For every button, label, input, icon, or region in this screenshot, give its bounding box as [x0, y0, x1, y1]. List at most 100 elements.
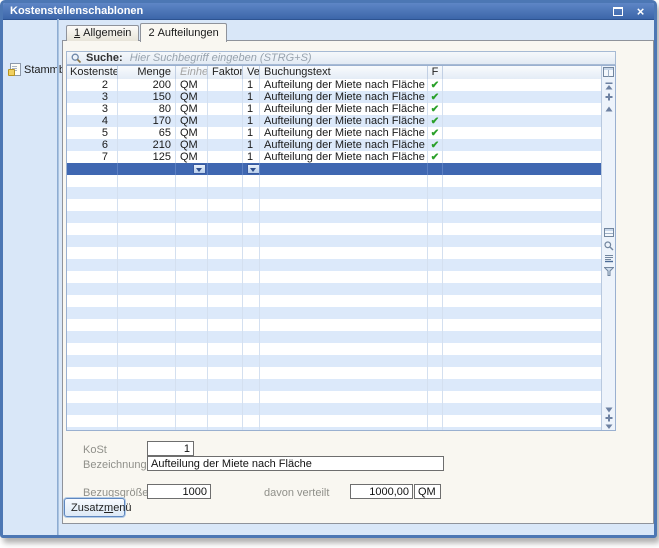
cell-f	[428, 295, 443, 307]
check-icon: ✔	[431, 128, 439, 139]
table-row[interactable]: 4170QM1Aufteilung der Miete nach Fläche✔	[67, 115, 602, 127]
cell-kostenstelle	[67, 163, 118, 175]
column-header-buchungstext[interactable]: Buchungstext	[260, 66, 428, 79]
zusatzmenu-button[interactable]: Zusatzmenü	[64, 498, 125, 517]
chevron-down-icon	[196, 168, 202, 172]
magnifier-icon[interactable]	[603, 241, 614, 254]
cell-einheit	[176, 415, 208, 427]
cell-kostenstelle	[67, 331, 118, 343]
davon-verteilt-unit-input[interactable]	[414, 484, 441, 499]
cell-f	[428, 367, 443, 379]
empty-row	[67, 319, 602, 331]
column-header-faktor[interactable]: Faktor	[208, 66, 243, 79]
cell-faktor	[208, 259, 243, 271]
column-header-kostenstelle[interactable]: Kostenstelle	[67, 66, 118, 79]
cell-f	[428, 391, 443, 403]
cell-kostenstelle	[67, 283, 118, 295]
cell-buchungstext	[260, 391, 428, 403]
column-header-f[interactable]: F	[428, 66, 443, 79]
column-chooser-icon[interactable]	[603, 67, 614, 80]
bezugsgroesse-input[interactable]	[147, 484, 211, 499]
vera-dropdown-button[interactable]	[247, 164, 260, 174]
scroll-up-icon[interactable]	[603, 103, 614, 115]
cell-filler	[443, 295, 602, 307]
cell-filler	[443, 415, 602, 427]
cell-filler	[443, 403, 602, 415]
cell-filler	[443, 331, 602, 343]
cell-menge	[118, 367, 176, 379]
cell-einheit: QM	[176, 139, 208, 151]
table-row[interactable]: 565QM1Aufteilung der Miete nach Fläche✔	[67, 127, 602, 139]
cell-buchungstext: Aufteilung der Miete nach Fläche	[260, 151, 428, 163]
cell-einheit	[176, 235, 208, 247]
cell-faktor	[208, 211, 243, 223]
cell-f	[428, 319, 443, 331]
cell-buchungstext: Aufteilung der Miete nach Fläche	[260, 79, 428, 91]
cell-menge	[118, 211, 176, 223]
cell-einheit	[176, 211, 208, 223]
check-icon: ✔	[431, 152, 439, 163]
empty-row	[67, 247, 602, 259]
close-button[interactable]: ×	[633, 5, 648, 18]
table-row[interactable]: 380QM1Aufteilung der Miete nach Fläche✔	[67, 103, 602, 115]
cell-kostenstelle	[67, 379, 118, 391]
kost-label: KoSt	[83, 444, 107, 456]
kost-input[interactable]	[147, 441, 194, 456]
cell-f: ✔	[428, 115, 443, 127]
layout-icon[interactable]	[603, 228, 614, 240]
cell-f: ✔	[428, 139, 443, 151]
cell-menge	[118, 319, 176, 331]
selected-row[interactable]	[67, 163, 602, 175]
restore-button[interactable]	[610, 5, 625, 18]
tab-aufteilungen[interactable]: 2Aufteilungen	[140, 23, 226, 42]
column-header-einheit[interactable]: Einheit	[176, 66, 208, 79]
cell-f	[428, 187, 443, 199]
table-row[interactable]: 7125QM1Aufteilung der Miete nach Fläche✔	[67, 151, 602, 163]
cell-filler	[443, 235, 602, 247]
tab-allgemein[interactable]: 1Allgemein	[66, 25, 139, 41]
cell-einheit	[176, 355, 208, 367]
search-label: Suche:	[86, 52, 123, 64]
cell-kostenstelle: 3	[67, 103, 118, 115]
empty-row	[67, 391, 602, 403]
cell-menge: 170	[118, 115, 176, 127]
cell-faktor	[208, 151, 243, 163]
table-row[interactable]: 2200QM1Aufteilung der Miete nach Fläche✔	[67, 79, 602, 91]
cell-buchungstext	[260, 175, 428, 187]
details-icon[interactable]	[603, 254, 614, 266]
cell-buchungstext	[260, 283, 428, 295]
cell-faktor	[208, 91, 243, 103]
cell-einheit: QM	[176, 151, 208, 163]
cell-kostenstelle: 2	[67, 79, 118, 91]
cell-kostenstelle	[67, 319, 118, 331]
cell-buchungstext: Aufteilung der Miete nach Fläche	[260, 127, 428, 139]
cell-filler	[443, 307, 602, 319]
titlebar[interactable]: Kostenstellenschablonen ×	[3, 3, 654, 20]
table-row[interactable]: 3150QM1Aufteilung der Miete nach Fläche✔	[67, 91, 602, 103]
check-icon: ✔	[431, 92, 439, 103]
cell-f	[428, 403, 443, 415]
bezeichnung-input[interactable]	[147, 456, 444, 471]
cell-einheit	[176, 295, 208, 307]
filter-icon[interactable]	[603, 267, 614, 279]
cell-faktor	[208, 247, 243, 259]
column-header-vera[interactable]: Vera	[243, 66, 260, 79]
cell-f	[428, 283, 443, 295]
table-row[interactable]: 6210QM1Aufteilung der Miete nach Fläche✔	[67, 139, 602, 151]
cell-f	[428, 355, 443, 367]
cell-vera	[243, 175, 260, 187]
einheit-dropdown-button[interactable]	[193, 164, 206, 174]
cell-filler	[443, 367, 602, 379]
scroll-to-bottom-icon[interactable]	[603, 423, 614, 431]
cell-vera: 1	[243, 139, 260, 151]
column-header-menge[interactable]: Menge	[118, 66, 176, 79]
cell-buchungstext	[260, 163, 428, 175]
check-icon: ✔	[431, 104, 439, 115]
search-input[interactable]: Hier Suchbegriff eingeben (STRG+S)	[130, 52, 312, 64]
grid-scroll-strip	[601, 66, 615, 430]
davon-verteilt-input[interactable]	[350, 484, 413, 499]
cell-filler	[443, 223, 602, 235]
search-bar[interactable]: Suche: Hier Suchbegriff eingeben (STRG+S…	[66, 51, 616, 65]
cell-vera	[243, 319, 260, 331]
cell-einheit	[176, 391, 208, 403]
